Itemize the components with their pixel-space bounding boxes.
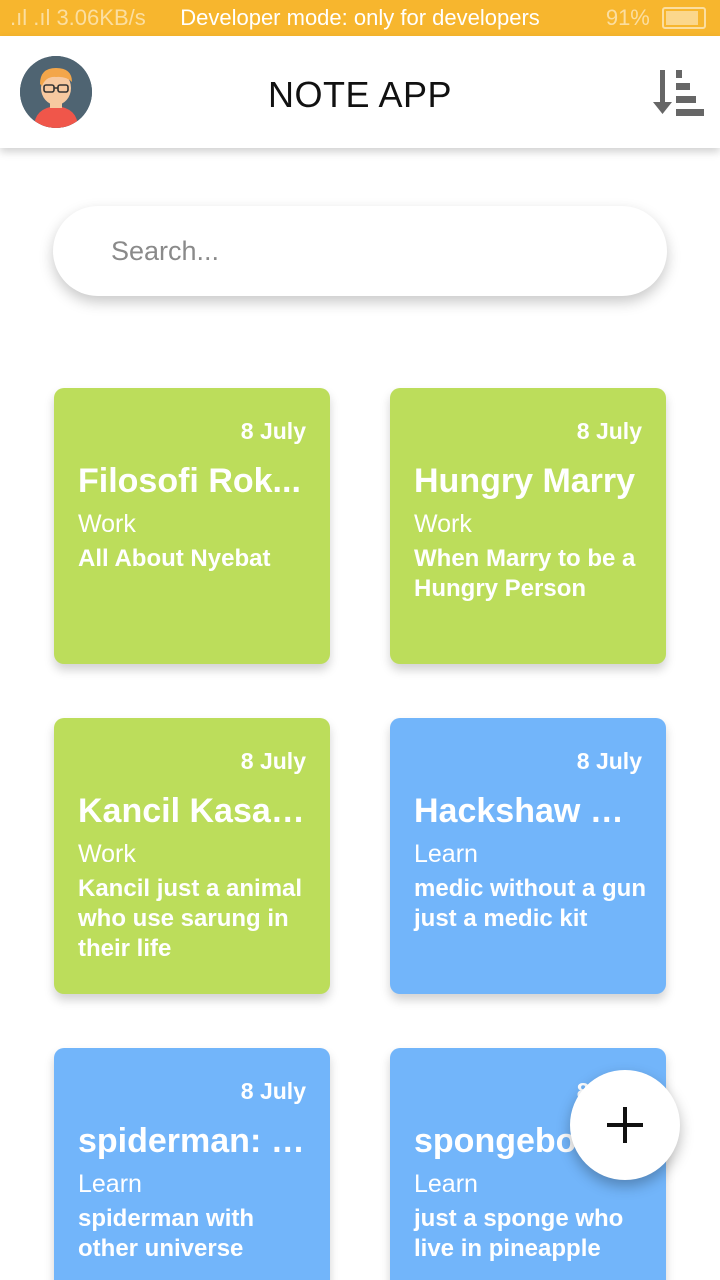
sort-descending-icon xyxy=(653,70,704,116)
note-date: 8 July xyxy=(576,748,642,774)
battery-status: 91% xyxy=(606,5,706,31)
note-body: When Marry to be a Hungry Person xyxy=(414,545,636,602)
app-title: NOTE APP xyxy=(267,74,453,115)
note-date: 8 July xyxy=(576,418,642,444)
plus-icon xyxy=(607,1107,643,1143)
note-date: 8 July xyxy=(240,1078,306,1104)
note-title: Kancil Kasar... xyxy=(78,792,310,830)
search-bar[interactable] xyxy=(53,206,667,296)
note-category: Work xyxy=(78,510,136,538)
note-category: Work xyxy=(414,510,472,538)
note-card[interactable]: 8 July spiderman: s... Learn spiderman w… xyxy=(54,1048,330,1280)
battery-icon xyxy=(662,7,706,29)
note-title: Filosofi Rok... xyxy=(78,462,301,500)
note-card[interactable]: 8 July Hackshaw Ri... Learn medic withou… xyxy=(390,718,666,994)
note-card[interactable]: 8 July Kancil Kasar... Work Kancil just … xyxy=(54,718,330,994)
note-body: just a sponge who live in pineapple xyxy=(414,1205,624,1262)
search-input[interactable] xyxy=(111,206,631,296)
note-category: Work xyxy=(78,840,136,868)
note-body: Kancil just a animal who use sarung in t… xyxy=(78,875,303,962)
note-title: Hackshaw Ri... xyxy=(414,792,646,830)
add-note-button[interactable] xyxy=(570,1070,680,1180)
battery-percent: 91% xyxy=(605,5,650,30)
app-bar: NOTE APP xyxy=(0,36,720,148)
note-date: 8 July xyxy=(240,748,306,774)
note-body: All About Nyebat xyxy=(78,545,271,572)
note-card[interactable]: 8 July Filosofi Rok... Work All About Ny… xyxy=(54,388,330,664)
note-title: Hungry Marry xyxy=(414,462,636,500)
note-category: Learn xyxy=(414,840,478,868)
note-body: medic without a gun just a medic kit xyxy=(414,875,646,932)
note-card[interactable]: 8 July Hungry Marry Work When Marry to b… xyxy=(390,388,666,664)
sort-button[interactable] xyxy=(650,68,704,118)
note-body: spiderman with other universe xyxy=(78,1205,255,1262)
note-category: Learn xyxy=(414,1170,478,1198)
note-date: 8 July xyxy=(240,418,306,444)
note-title: spiderman: s... xyxy=(78,1122,310,1160)
status-bar: .ıl .ıl 3.06KB/s Developer mode: only fo… xyxy=(0,0,720,36)
note-category: Learn xyxy=(78,1170,142,1198)
